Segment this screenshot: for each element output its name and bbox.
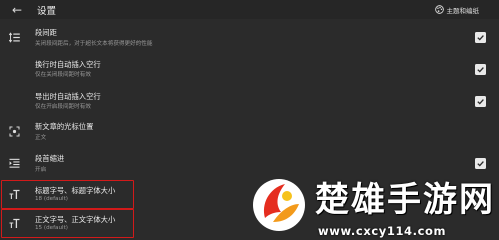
watermark: 楚雄手游网 www.cxcy114.com (251, 172, 499, 240)
page-title: 设置 (37, 5, 57, 17)
cursor-position-icon (9, 126, 20, 137)
newline-blank-line-checkbox[interactable] (475, 64, 486, 75)
export-blank-line-checkbox[interactable] (475, 96, 486, 107)
setting-new-article-cursor-position[interactable]: 新文章的光标位置 正文 (0, 121, 499, 147)
setting-subtitle: 关闭段间距后，对于超长文本将获得更好的性能 (35, 41, 153, 47)
highlight-box (1, 209, 134, 238)
highlight-box (1, 180, 134, 209)
check-icon (477, 67, 484, 73)
indent-icon (9, 158, 20, 169)
setting-title: 段首缩进 (35, 154, 65, 163)
indent-checkbox[interactable] (475, 158, 486, 169)
app-bar: ← 设置 主题和编纸 (0, 0, 499, 19)
theme-and-paper-button[interactable]: 主题和编纸 (434, 3, 480, 16)
check-icon (477, 99, 484, 105)
paragraph-spacing-icon (9, 32, 20, 43)
setting-title: 新文章的光标位置 (35, 122, 94, 131)
setting-subtitle: 仅在关闭段间距时有效 (35, 72, 91, 78)
check-icon (477, 35, 484, 41)
setting-title: 段间距 (35, 28, 57, 37)
setting-title: 换行时自动插入空行 (35, 60, 101, 69)
setting-subtitle: 正文 (35, 135, 47, 141)
palette-icon (434, 5, 444, 14)
chuxiong-logo (253, 179, 305, 231)
watermark-text: 楚雄手游网 (315, 180, 495, 220)
setting-paragraph-spacing[interactable]: 段间距 关闭段间距后，对于超长文本将获得更好的性能 (0, 27, 499, 53)
setting-subtitle: 仅在开启段间距时有效 (35, 104, 91, 110)
arrow-left-icon[interactable]: ← (10, 3, 24, 17)
setting-title: 导出时自动插入空行 (35, 92, 101, 101)
check-icon (477, 161, 484, 167)
watermark-url: www.cxcy114.com (318, 224, 447, 238)
theme-button-label: 主题和编纸 (446, 6, 480, 15)
setting-newline-auto-blank-line[interactable]: 换行时自动插入空行 仅在关闭段间距时有效 (0, 59, 499, 85)
setting-export-auto-blank-line[interactable]: 导出时自动插入空行 仅在开启段间距时有效 (0, 91, 499, 117)
setting-subtitle: 开启 (35, 167, 47, 173)
paragraph-spacing-checkbox[interactable] (475, 32, 486, 43)
